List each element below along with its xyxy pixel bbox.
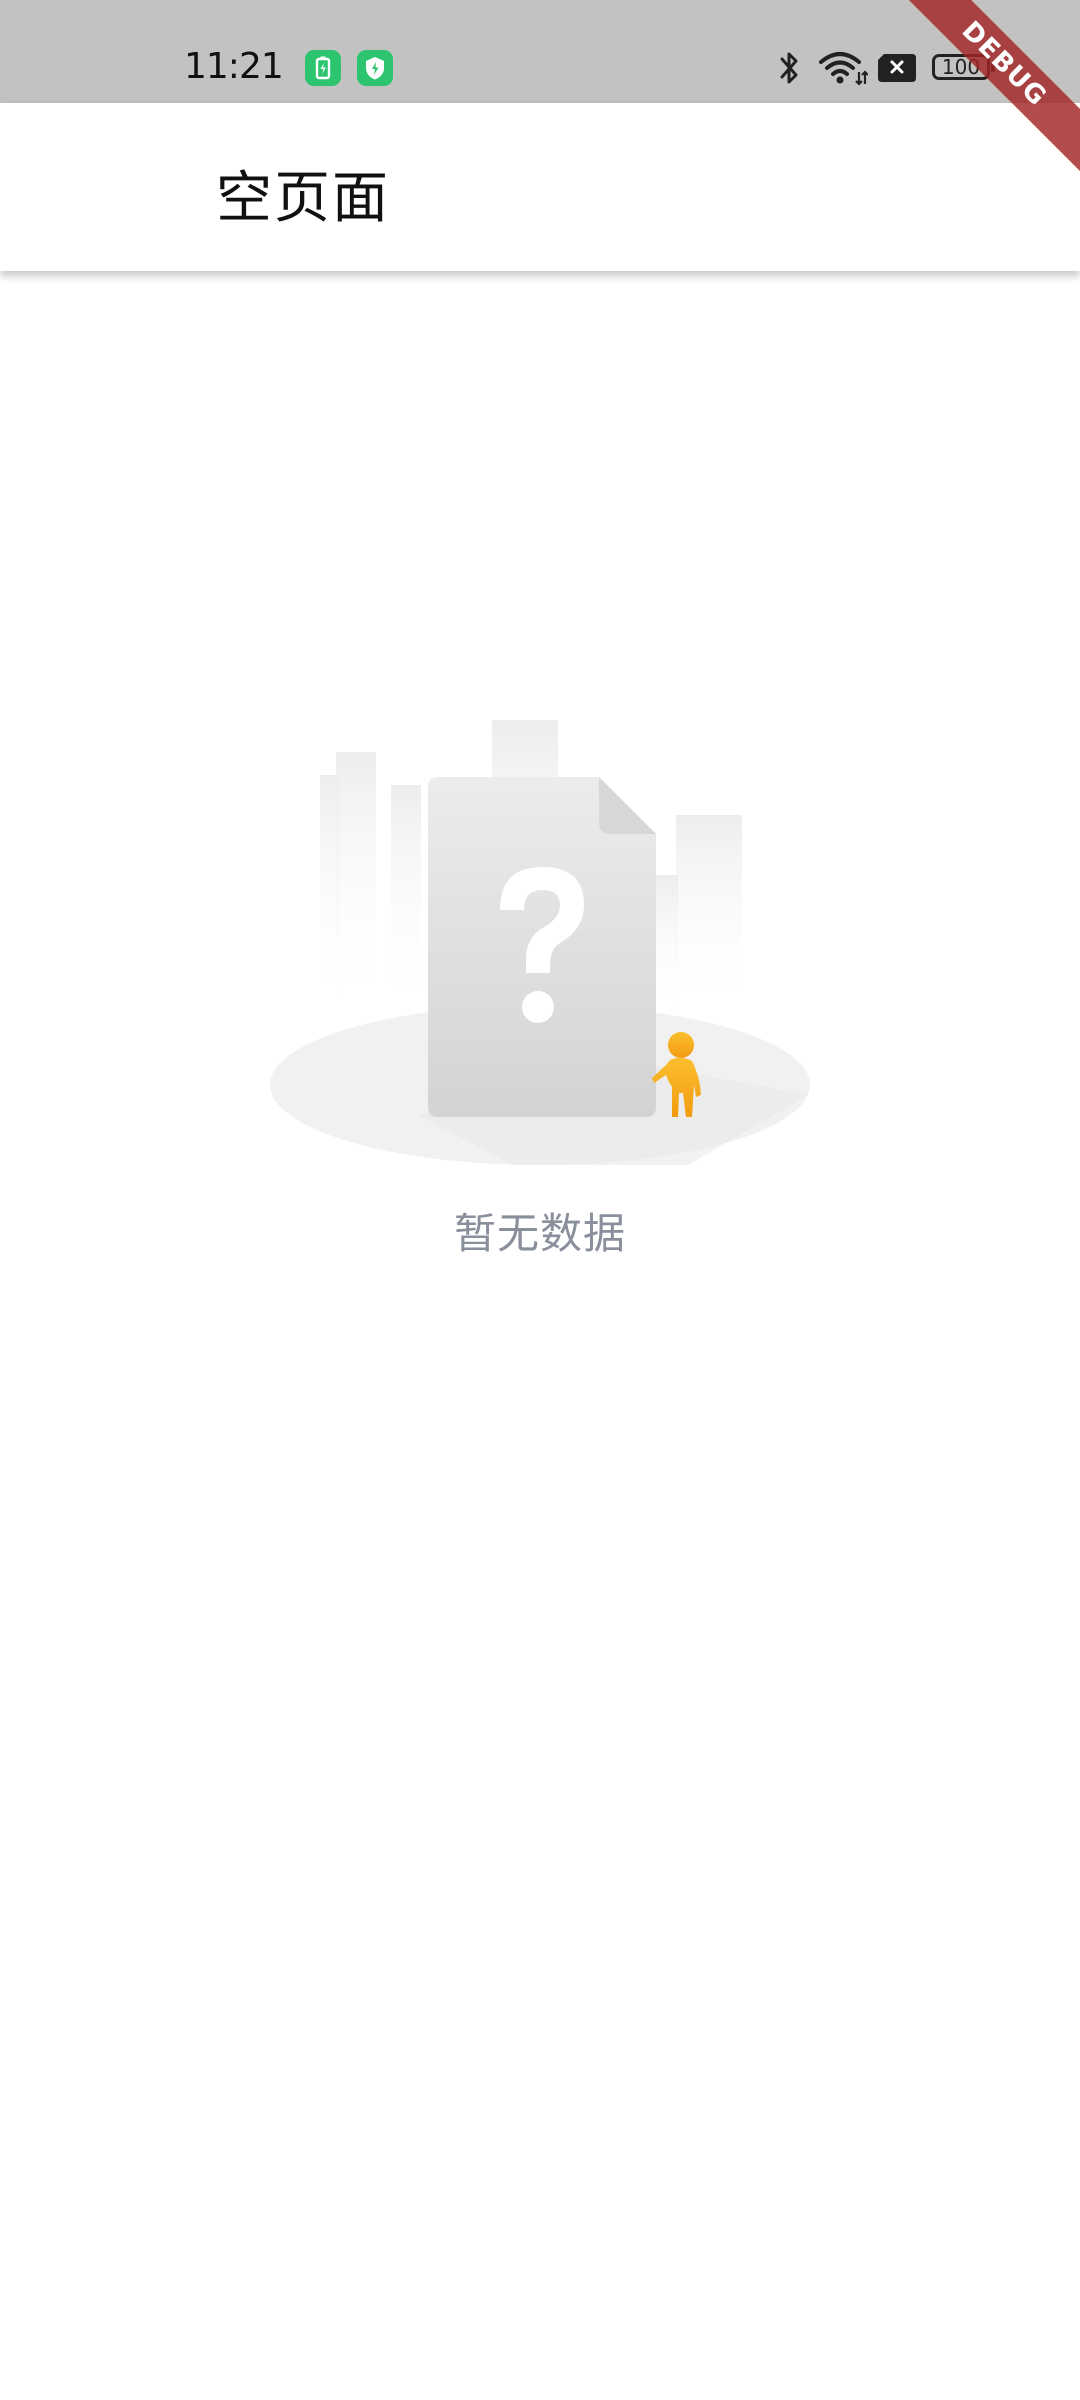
app-bar: 空页面 (0, 103, 1080, 271)
empty-state-message: 暂无数据 (453, 1209, 626, 1258)
screen: 11:21 100 DEBUG 空页面 暂无数据 (0, 0, 1080, 2400)
bluetooth-icon (776, 48, 802, 92)
battery-saver-icon (305, 50, 341, 86)
no-sim-icon (878, 54, 916, 86)
page-title: 空页面 (216, 166, 390, 231)
status-bar: 11:21 100 (0, 0, 1080, 103)
security-shield-icon (357, 50, 393, 86)
wifi-icon (818, 48, 869, 92)
status-time: 11:21 (184, 46, 284, 87)
empty-document-question-icon (268, 715, 812, 1175)
